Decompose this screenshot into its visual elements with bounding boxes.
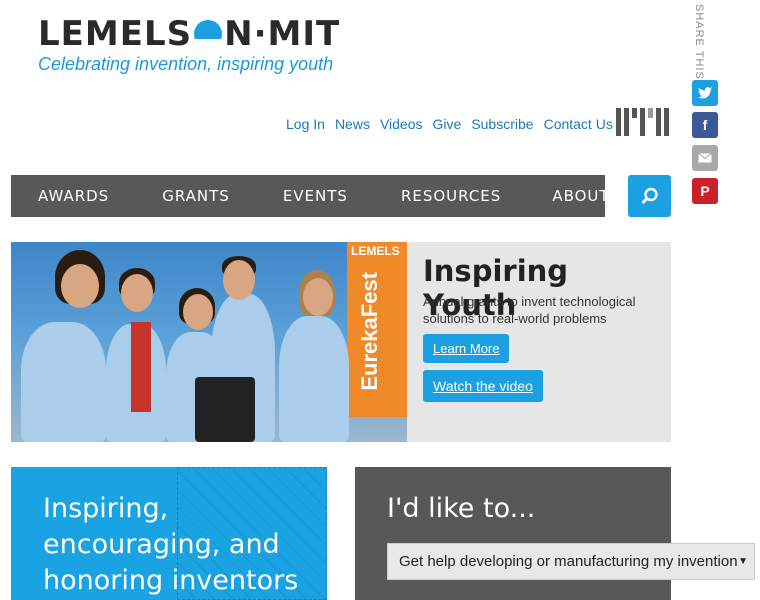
hero-subtitle: Annual grants to invent technological so… (423, 294, 636, 326)
equipment-case (195, 377, 255, 442)
page: LEMELS N·MIT Celebrating invention, insp… (0, 0, 760, 600)
watch-video-button[interactable]: Watch the video (423, 370, 543, 402)
mission-text: Inspiring, encouraging, and honoring inv… (43, 493, 299, 596)
utility-nav: Log In News Videos Give Subscribe Contac… (286, 116, 613, 132)
give-link[interactable]: Give (433, 116, 462, 132)
hero-photo: LEMELS EurekaFest (11, 242, 407, 442)
logo-sun-icon (194, 20, 223, 48)
nav-resources[interactable]: RESOURCES (401, 187, 501, 205)
dropdown-arrow-icon: ▼ (738, 556, 748, 567)
news-link[interactable]: News (335, 116, 370, 132)
facebook-icon[interactable]: f (692, 112, 718, 138)
action-block: I'd like to... (355, 467, 671, 600)
pinterest-icon[interactable]: P (692, 178, 718, 204)
learn-more-button[interactable]: Learn More (423, 334, 510, 363)
search-button[interactable] (628, 175, 671, 217)
action-select[interactable]: Get help developing or manufacturing my … (387, 543, 755, 580)
poster-text: EurekaFest (357, 272, 382, 391)
logo-wordmark: LEMELS N·MIT (38, 14, 341, 54)
login-link[interactable]: Log In (286, 116, 325, 132)
search-icon (640, 187, 658, 205)
nav-events[interactable]: EVENTS (283, 187, 348, 205)
robot-arm (131, 322, 151, 412)
mit-logo-icon[interactable] (616, 108, 669, 136)
poster-label: LEMELS (351, 244, 400, 258)
action-title: I'd like to... (387, 493, 536, 524)
logo-tagline: Celebrating invention, inspiring youth (38, 54, 334, 74)
twitter-icon[interactable] (692, 80, 718, 106)
nav-about[interactable]: ABOUT (552, 187, 609, 205)
site-logo[interactable]: LEMELS N·MIT Celebrating invention, insp… (38, 16, 340, 75)
contact-us-link[interactable]: Contact Us (544, 116, 613, 132)
nav-grants[interactable]: GRANTS (162, 187, 230, 205)
nav-awards[interactable]: AWARDS (38, 187, 109, 205)
action-select-value: Get help developing or manufacturing my … (399, 553, 738, 570)
email-icon[interactable] (692, 145, 718, 171)
main-nav: AWARDS GRANTS EVENTS RESOURCES ABOUT (11, 175, 609, 217)
videos-link[interactable]: Videos (380, 116, 423, 132)
mission-block: Inspiring, encouraging, and honoring inv… (11, 467, 327, 600)
subscribe-link[interactable]: Subscribe (471, 116, 533, 132)
hero-banner: LEMELS EurekaFest Inspiring Youth Annual… (11, 242, 671, 442)
share-label: SHARE THIS (693, 4, 705, 80)
